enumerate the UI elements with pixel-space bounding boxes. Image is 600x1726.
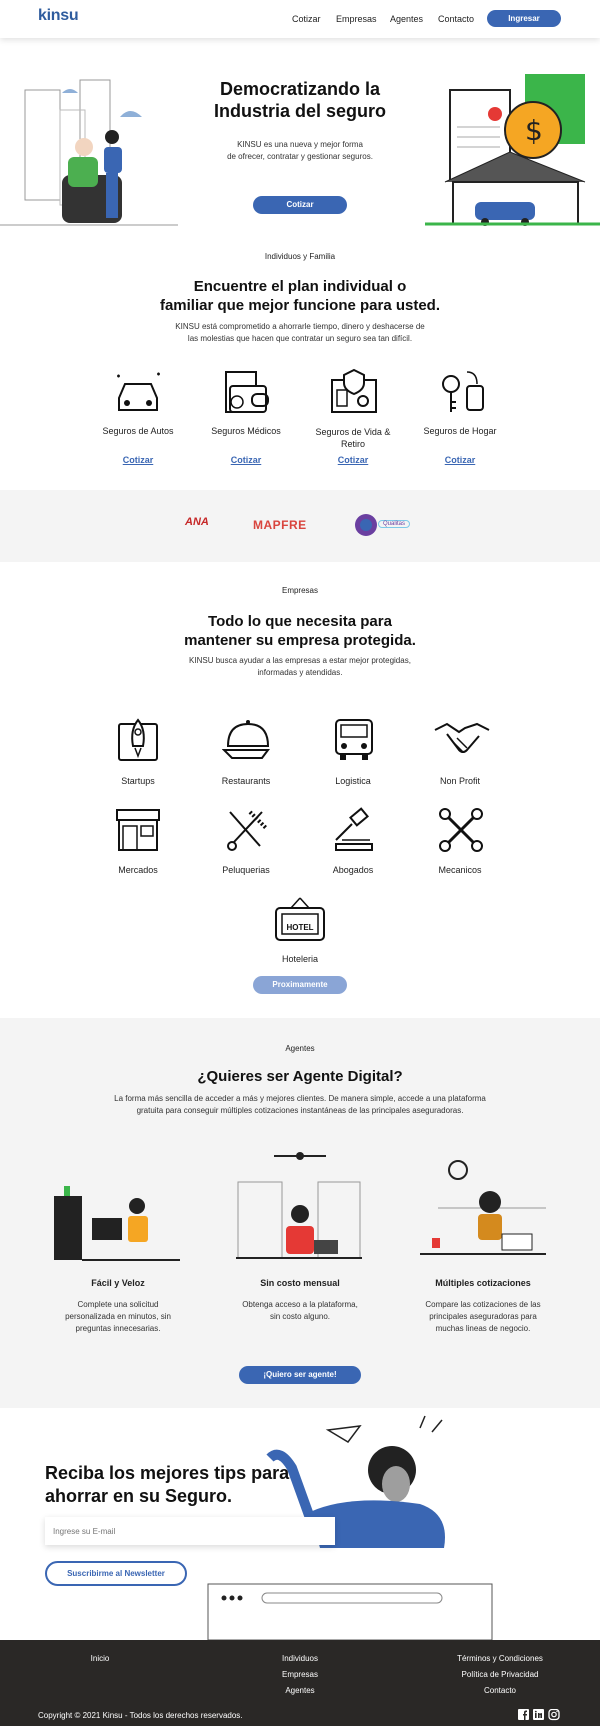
nonprofit-label: Non Profit (439, 776, 481, 786)
mecanicos-label: Mecanicos (438, 865, 482, 875)
fast-easy-illustration (54, 1186, 180, 1261)
footer-agentes-link[interactable]: Agentes (260, 1686, 340, 1695)
logistica-label: Logistica (335, 776, 371, 786)
linkedin-icon[interactable] (533, 1709, 544, 1720)
social-icons (518, 1709, 560, 1721)
autos-label: Seguros de Autos (102, 426, 174, 436)
svg-text:$: $ (525, 114, 543, 147)
mercados-label: Mercados (118, 865, 158, 875)
market-store-icon (116, 809, 160, 851)
home-key-icon (442, 371, 484, 412)
restaurant-cloche-icon (222, 720, 270, 759)
business-eyebrow: Empresas (281, 586, 318, 595)
hotel-sign-icon (275, 897, 325, 941)
footer-copyright: Copyright © 2021 Kinsu - Todos los derec… (38, 1711, 243, 1720)
hogar-label: Seguros de Hogar (423, 426, 497, 436)
nav-agentes-link[interactable]: Agentes (390, 14, 423, 24)
nav-cotizar-link[interactable]: Cotizar (292, 14, 321, 24)
car-icon (117, 372, 160, 411)
business-title: Todo lo que necesita para mantener su emp… (184, 613, 416, 649)
no-cost-illustration (236, 1152, 362, 1259)
autos-cotizar-link[interactable]: Cotizar (88, 455, 188, 465)
nav-empresas-link[interactable]: Empresas (336, 14, 377, 24)
footer-privacidad-link[interactable]: Política de Privacidad (440, 1670, 560, 1679)
mapfre-logo: MAPFRE (253, 518, 307, 532)
abogados-label: Abogados (332, 865, 374, 875)
agents-title: ¿Quieres ser Agente Digital? (197, 1068, 403, 1085)
mechanic-wrench-icon (439, 808, 483, 852)
login-button[interactable]: Ingresar (487, 10, 561, 27)
logistics-truck-icon (335, 719, 373, 760)
footer-contacto-link[interactable]: Contacto (440, 1686, 560, 1695)
feature-fast-text: Complete una solicitud personalizada en m… (65, 1300, 171, 1333)
footer-inicio-link[interactable]: Inicio (60, 1654, 140, 1663)
individuals-text: KINSU está comprometido a ahorrarle tiem… (175, 322, 425, 343)
hogar-cotizar-link[interactable]: Cotizar (410, 455, 510, 465)
vida-cotizar-link[interactable]: Cotizar (303, 455, 403, 465)
feature-multiple-text: Compare las cotizaciones de las principal… (425, 1300, 541, 1333)
instagram-icon[interactable] (548, 1709, 560, 1721)
feature-nocost-text: Obtenga acceso a la plataforma, sin costo… (242, 1300, 358, 1321)
qualitas-emblem-icon (355, 514, 377, 536)
medicos-cotizar-link[interactable]: Cotizar (196, 455, 296, 465)
life-safe-icon (331, 368, 377, 413)
newsletter-subscribe-button[interactable]: Suscribirme al Newsletter (45, 1561, 187, 1586)
footer-individuos-link[interactable]: Individuos (260, 1654, 340, 1663)
hero-left-illustration (0, 79, 178, 226)
ana-logo: ANA (185, 516, 209, 528)
feature-multiple-title: Múltiples cotizaciones (435, 1278, 531, 1288)
hero-cotizar-button[interactable]: Cotizar (253, 196, 347, 214)
restaurants-label: Restaurants (221, 776, 271, 786)
vida-label: Seguros de Vida & Retiro (315, 427, 391, 449)
nonprofit-handshake-icon (434, 722, 490, 753)
newsletter-email-input[interactable] (45, 1517, 335, 1545)
qualitas-logo: Qualitas (378, 520, 411, 528)
feature-fast-title: Fácil y Veloz (91, 1278, 145, 1288)
kinsu-logo[interactable]: kinsu (38, 7, 79, 25)
hotel-sign-text: HOTEL (286, 923, 314, 932)
peluquerias-label: Peluquerias (222, 865, 270, 875)
nav-contacto-link[interactable]: Contacto (438, 14, 474, 24)
barber-scissors-comb-icon (227, 810, 268, 851)
medical-wallet-icon (225, 371, 269, 413)
newsletter-title: Reciba los mejores tips para ahorrar en s… (45, 1463, 290, 1506)
facebook-icon[interactable] (518, 1709, 529, 1720)
agents-text: La forma más sencilla de acceder a más y… (114, 1094, 486, 1115)
medicos-label: Seguros Médicos (211, 426, 281, 436)
become-agent-button[interactable]: ¡Quiero ser agente! (239, 1366, 361, 1384)
agents-eyebrow: Agentes (285, 1044, 315, 1053)
hero-title: Democratizando la Industria del seguro (213, 79, 387, 121)
individuals-eyebrow: Individuos y Familia (264, 252, 336, 261)
hero-text: KINSU es una nueva y mejor forma de ofrec… (227, 140, 373, 161)
business-text: KINSU busca ayudar a las empresas a esta… (189, 656, 411, 677)
startups-label: Startups (121, 776, 155, 786)
startup-rocket-icon (118, 718, 158, 761)
top-navbar: kinsu Cotizar Empresas Agentes Contacto … (0, 0, 600, 38)
lawyer-gavel-icon (335, 807, 373, 851)
footer: Inicio Individuos Empresas Agentes Térmi… (0, 1640, 600, 1726)
hoteleria-label: Hoteleria (281, 954, 319, 964)
multiple-quotes-illustration (420, 1160, 546, 1255)
footer-empresas-link[interactable]: Empresas (260, 1670, 340, 1679)
individuals-title: Encuentre el plan individual o familiar q… (159, 278, 441, 314)
proximamente-button[interactable]: Proximamente (253, 976, 347, 994)
footer-terminos-link[interactable]: Términos y Condiciones (440, 1654, 560, 1663)
hero-right-illustration: $ (425, 74, 600, 226)
feature-nocost-title: Sin costo mensual (260, 1278, 340, 1288)
